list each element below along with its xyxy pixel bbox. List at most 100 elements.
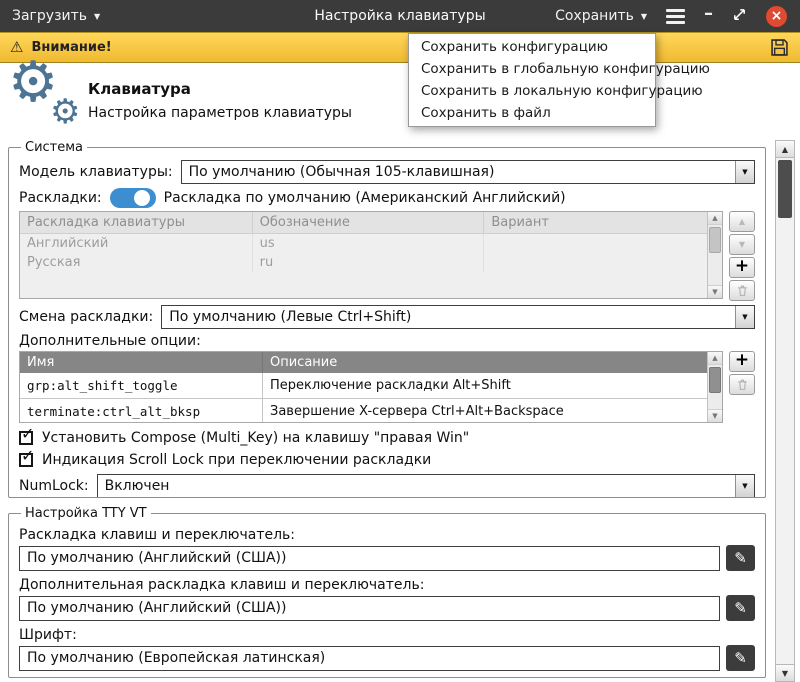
tty-font-input[interactable]: По умолчанию (Европейская латинская) — [19, 646, 720, 671]
trash-icon — [736, 378, 749, 391]
column-header: Вариант — [483, 212, 722, 233]
main-scrollbar[interactable]: ▲ ▼ — [775, 140, 795, 682]
close-button[interactable]: × — [766, 6, 787, 27]
add-layout-button[interactable]: + — [729, 257, 755, 278]
tty-extra-layout-row: По умолчанию (Английский (США)) ✎ — [19, 595, 755, 621]
column-header: Имя — [20, 352, 263, 373]
layout-switch-select[interactable]: По умолчанию (Левые Ctrl+Shift) ▼ — [161, 305, 755, 329]
menu-icon[interactable] — [666, 9, 685, 24]
numlock-value: Включен — [105, 478, 170, 494]
keyboard-settings-gears-icon: ⚙ ⚙ — [12, 69, 80, 133]
tty-layout-row: По умолчанию (Английский (США)) ✎ — [19, 545, 755, 571]
trash-icon — [736, 284, 749, 297]
save-button[interactable]: Сохранить ▼ — [555, 8, 647, 24]
default-layout-text: Раскладка по умолчанию (Американский Анг… — [164, 190, 566, 206]
titlebar-actions: Сохранить ▼ – × — [555, 6, 800, 27]
table-row[interactable]: terminate:ctrl_alt_bksp Завершение X-сер… — [20, 399, 722, 423]
delete-option-button[interactable] — [729, 374, 755, 395]
toggle-knob — [134, 190, 150, 206]
compose-checkbox[interactable]: ✓ — [19, 431, 33, 445]
tty-font-value: По умолчанию (Европейская латинская) — [27, 650, 325, 666]
layouts-table-row: Раскладка клавиатуры Обозначение Вариант… — [19, 211, 755, 301]
scrollbar-thumb[interactable] — [709, 367, 721, 393]
floppy-disk-icon — [769, 37, 790, 58]
tty-extra-layout-label: Дополнительная раскладка клавиш и перекл… — [19, 577, 755, 593]
scrollbar[interactable]: ▲ ▼ — [707, 352, 722, 422]
keyboard-model-row: Модель клавиатуры: По умолчанию (Обычная… — [19, 160, 755, 184]
layout-name-cell: Английский — [20, 234, 252, 253]
minimize-button[interactable]: – — [704, 5, 713, 23]
titlebar: Загрузить ▼ Настройка клавиатуры Сохрани… — [0, 0, 800, 32]
apply-save-button[interactable] — [769, 37, 790, 58]
layout-switch-value: По умолчанию (Левые Ctrl+Shift) — [169, 309, 411, 325]
table-row: Русская ru — [20, 253, 722, 272]
edit-tty-layout-button[interactable]: ✎ — [726, 545, 755, 571]
compose-checkbox-row: ✓ Установить Compose (Multi_Key) на клав… — [19, 430, 755, 446]
table-row[interactable]: grp:alt_shift_toggle Переключение раскла… — [20, 373, 722, 399]
pencil-icon: ✎ — [734, 599, 747, 617]
tty-font-row: По умолчанию (Европейская латинская) ✎ — [19, 645, 755, 671]
edit-tty-extra-layout-button[interactable]: ✎ — [726, 595, 755, 621]
edit-tty-font-button[interactable]: ✎ — [726, 645, 755, 671]
scrollbar-thumb[interactable] — [778, 160, 792, 218]
layouts-table: Раскладка клавиатуры Обозначение Вариант… — [19, 211, 723, 299]
layout-code-cell: ru — [252, 253, 484, 272]
menu-item-save-config[interactable]: Сохранить конфигурацию — [409, 36, 655, 58]
tty-layout-input[interactable]: По умолчанию (Английский (США)) — [19, 546, 720, 571]
keyboard-model-value: По умолчанию (Обычная 105-клавишная) — [189, 164, 495, 180]
tty-font-label: Шрифт: — [19, 627, 755, 643]
layout-switch-label: Смена раскладки: — [19, 309, 153, 325]
default-layout-toggle[interactable] — [110, 188, 156, 208]
pencil-icon: ✎ — [734, 649, 747, 667]
layouts-table-header: Раскладка клавиатуры Обозначение Вариант — [20, 212, 722, 234]
tty-group-legend: Настройка TTY VT — [21, 506, 151, 521]
numlock-label: NumLock: — [19, 478, 89, 494]
scrollbar[interactable]: ▲ ▼ — [707, 212, 722, 298]
scroll-up-icon[interactable]: ▲ — [708, 352, 722, 365]
load-button[interactable]: Загрузить ▼ — [0, 0, 112, 32]
scroll-down-icon[interactable]: ▼ — [708, 409, 722, 422]
layouts-label: Раскладки: — [19, 190, 102, 206]
move-down-button[interactable]: ▼ — [729, 234, 755, 255]
option-name-cell: terminate:ctrl_alt_bksp — [20, 399, 263, 423]
chevron-down-icon[interactable]: ▼ — [735, 475, 754, 497]
fullscreen-button[interactable] — [732, 7, 747, 26]
menu-item-save-local-config[interactable]: Сохранить в локальную конфигурацию — [409, 80, 655, 102]
scrolllock-checkbox-label: Индикация Scroll Lock при переключении р… — [42, 452, 431, 468]
extra-options-label-row: Дополнительные опции: — [19, 333, 755, 349]
chevron-down-icon[interactable]: ▼ — [735, 306, 754, 328]
chevron-down-icon: ▼ — [94, 13, 100, 21]
scrolllock-checkbox[interactable]: ✓ — [19, 453, 33, 467]
column-header: Описание — [263, 352, 722, 373]
layouts-table-buttons: ▲ ▼ + — [729, 211, 755, 301]
add-option-button[interactable]: + — [729, 351, 755, 372]
window-title: Настройка клавиатуры — [180, 8, 620, 24]
scroll-up-icon[interactable]: ▲ — [776, 141, 794, 158]
layout-variant-cell — [483, 234, 722, 253]
column-header: Обозначение — [252, 212, 484, 233]
table-row: Английский us — [20, 234, 722, 253]
scroll-down-icon[interactable]: ▼ — [776, 664, 794, 681]
layouts-row: Раскладки: Раскладка по умолчанию (Амери… — [19, 188, 755, 208]
move-up-button[interactable]: ▲ — [729, 211, 755, 232]
menu-item-save-global-config[interactable]: Сохранить в глобальную конфигурацию — [409, 58, 655, 80]
page-title: Клавиатура — [88, 80, 191, 98]
options-table-buttons: + — [729, 351, 755, 423]
system-group-legend: Система — [21, 140, 87, 155]
delete-layout-button[interactable] — [729, 280, 755, 301]
options-table-header: Имя Описание — [20, 352, 722, 373]
load-button-label: Загрузить — [12, 8, 87, 24]
keyboard-model-select[interactable]: По умолчанию (Обычная 105-клавишная) ▼ — [181, 160, 755, 184]
menu-item-save-to-file[interactable]: Сохранить в файл — [409, 102, 655, 124]
scrollbar-thumb[interactable] — [709, 227, 721, 253]
column-header: Раскладка клавиатуры — [20, 212, 252, 233]
layout-name-cell: Русская — [20, 253, 252, 272]
scroll-up-icon[interactable]: ▲ — [708, 212, 722, 225]
chevron-down-icon[interactable]: ▼ — [735, 161, 754, 183]
scroll-down-icon[interactable]: ▼ — [708, 285, 722, 298]
option-description-cell: Переключение раскладки Alt+Shift — [263, 373, 722, 398]
numlock-select[interactable]: Включен ▼ — [97, 474, 755, 498]
options-table-row: Имя Описание grp:alt_shift_toggle Перекл… — [19, 351, 755, 423]
warning-bar: ⚠ Внимание! — [0, 32, 800, 63]
tty-extra-layout-input[interactable]: По умолчанию (Английский (США)) — [19, 596, 720, 621]
